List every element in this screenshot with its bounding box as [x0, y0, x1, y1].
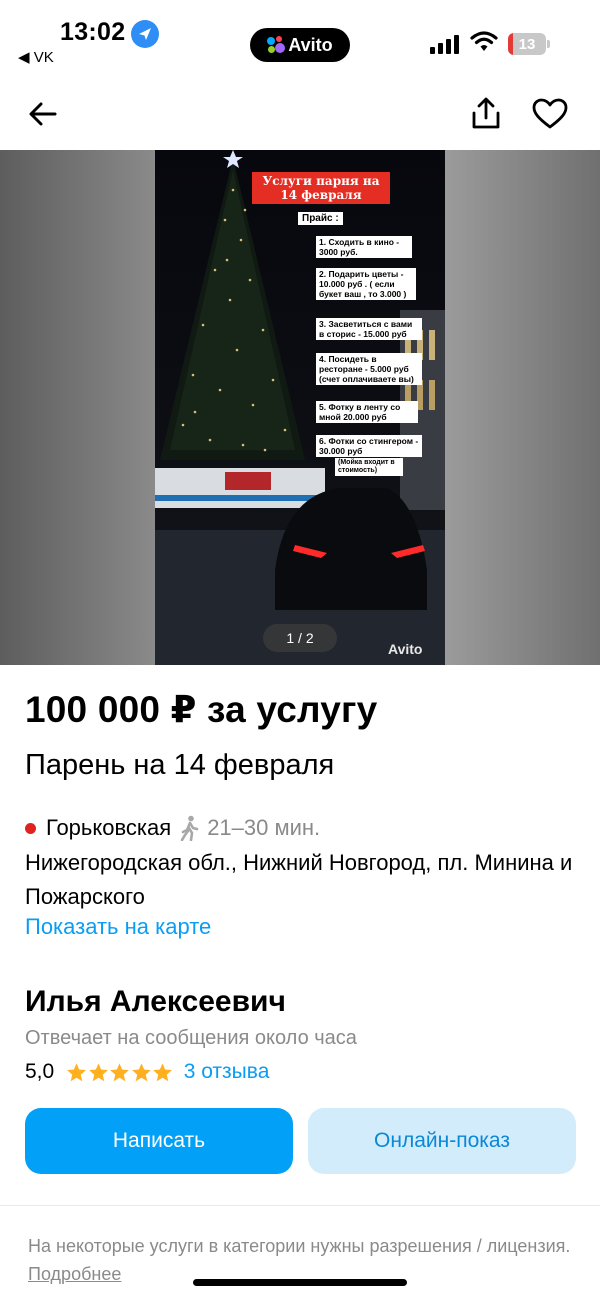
photo-price-note: (Мойка входит в стоимость) [335, 458, 403, 476]
cellular-signal-icon [430, 34, 462, 54]
seller-rating-row: 5,0 3 отзыва [25, 1060, 269, 1084]
top-nav [0, 80, 600, 150]
avito-logo-icon [267, 36, 286, 54]
photo-gallery[interactable]: Услуги парня на 14 февраля Прайс : 1. Сх… [0, 150, 600, 665]
photo-price-item: 5. Фотку в ленту со мной 20.000 руб [316, 401, 418, 423]
photo-price-item: 2. Подарить цветы - 10.000 руб . ( если … [316, 268, 416, 300]
heart-icon[interactable] [532, 98, 568, 130]
battery-level: 13 [518, 35, 536, 53]
metro-line-dot [25, 822, 36, 834]
photo-banner: Услуги парня на 14 февраля [252, 172, 390, 204]
arrow-left-icon[interactable] [28, 99, 58, 129]
battery-icon: 13 [508, 33, 550, 55]
listing-title: Парень на 14 февраля [25, 749, 335, 781]
seller-name[interactable]: Илья Алексеевич [25, 985, 286, 1019]
star-icon [110, 1062, 130, 1081]
photo-watermark: Avito [388, 641, 423, 657]
location-arrow-icon [131, 20, 159, 48]
star-icon [67, 1062, 87, 1081]
home-indicator[interactable] [193, 1279, 407, 1286]
star-icon [153, 1062, 173, 1081]
photo-price-heading: Прайс : [298, 212, 343, 225]
write-message-button[interactable]: Написать [25, 1108, 293, 1174]
status-bar: 13:02 ◀ VK Avito 13 [0, 0, 600, 80]
wifi-icon [470, 30, 498, 54]
walking-person-icon [179, 815, 201, 842]
back-to-app-link[interactable]: ◀ VK [18, 48, 54, 66]
divider [0, 1205, 600, 1206]
listing-price: 100 000 ₽ за услугу [25, 689, 378, 730]
photo-price-item: 6. Фотки со стингером - 30.000 руб [316, 435, 422, 457]
star-icon [131, 1062, 151, 1081]
walk-time: 21–30 мин. [207, 815, 321, 840]
status-time: 13:02 [60, 18, 126, 46]
metro-row: Горьковская 21–30 мин. [25, 815, 321, 842]
listing-photo[interactable]: Услуги парня на 14 февраля Прайс : 1. Сх… [155, 150, 445, 665]
app-pill: Avito [250, 28, 350, 62]
reviews-link[interactable]: 3 отзыва [184, 1060, 270, 1084]
metro-station: Горьковская [46, 815, 172, 840]
disclaimer-text: На некоторые услуги в категории нужны ра… [28, 1236, 571, 1256]
seller-reply-time: Отвечает на сообщения около часа [25, 1027, 357, 1049]
photo-price-item: 3. Засветиться с вами в сторис - 15.000 … [316, 318, 422, 340]
gallery-counter: 1 / 2 [263, 624, 337, 652]
online-show-button[interactable]: Онлайн-показ [308, 1108, 576, 1174]
rating-value: 5,0 [25, 1060, 55, 1083]
gallery-blur-right [445, 150, 600, 665]
show-on-map-link[interactable]: Показать на карте [25, 914, 211, 940]
listing-address: Нижегородская обл., Нижний Новгород, пл.… [25, 850, 573, 909]
app-pill-label: Avito [288, 34, 333, 55]
share-icon[interactable] [470, 96, 502, 130]
rating-stars [66, 1062, 174, 1083]
star-icon [88, 1062, 108, 1081]
disclaimer-more-link[interactable]: Подробнее [28, 1264, 121, 1284]
gallery-blur-left [0, 150, 155, 665]
photo-price-item: 4. Посидеть в ресторане - 5.000 руб (сче… [316, 353, 422, 385]
photo-price-item: 1. Сходить в кино - 3000 руб. [316, 236, 412, 258]
